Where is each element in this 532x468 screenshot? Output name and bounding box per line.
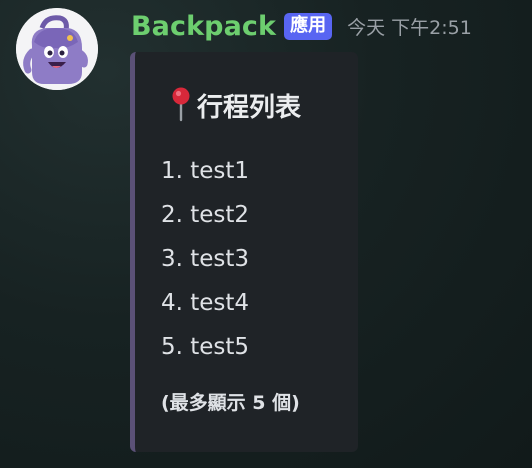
- list-item: 2. test2: [161, 202, 250, 228]
- avatar[interactable]: [16, 8, 98, 90]
- list-item: 4. test4: [161, 290, 250, 316]
- username[interactable]: Backpack: [131, 11, 276, 42]
- chat-message: Backpack 應用 今天 下午2:51 行程列表 1. test1 2. t…: [0, 0, 532, 468]
- embed-title-text: 行程列表: [197, 92, 302, 123]
- list-item: 5. test5: [161, 334, 250, 360]
- round-pushpin-icon: [171, 86, 191, 124]
- embed-title: 行程列表: [171, 86, 301, 124]
- embed-footer: (最多顯示 5 個): [161, 392, 300, 414]
- timestamp[interactable]: 今天 下午2:51: [347, 13, 472, 40]
- message-header: Backpack 應用 今天 下午2:51: [131, 8, 472, 44]
- list-item: 3. test3: [161, 246, 250, 272]
- embed-card: 行程列表 1. test1 2. test2 3. test3 4. test4…: [130, 52, 358, 452]
- list-item: 1. test1: [161, 158, 250, 184]
- app-badge: 應用: [284, 12, 333, 40]
- itinerary-list: 1. test1 2. test2 3. test3 4. test4 5. t…: [161, 152, 249, 372]
